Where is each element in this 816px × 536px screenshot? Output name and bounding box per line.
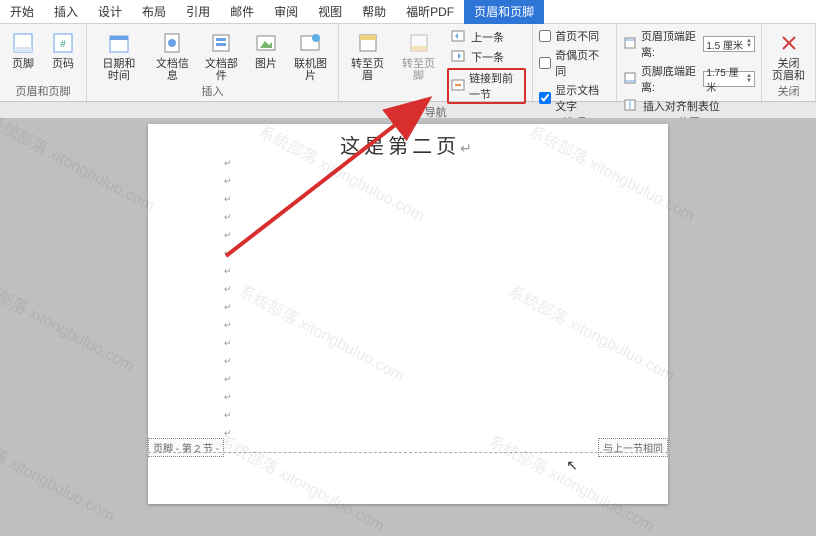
close-label: 关闭 页眉和 xyxy=(772,58,805,82)
prev-label: 上一条 xyxy=(471,29,504,45)
footer-label: 页脚 xyxy=(12,58,34,70)
same-as-previous-tag: 与上一节相同 xyxy=(598,438,668,457)
picture-icon xyxy=(253,30,279,56)
online-picture-icon xyxy=(297,30,323,56)
odd-even-label: 奇偶页不同 xyxy=(555,47,610,79)
docparts-button[interactable]: 文档部件 xyxy=(200,26,243,82)
footer-divider xyxy=(148,452,668,453)
pictures-label: 图片 xyxy=(255,58,277,70)
online-pictures-button[interactable]: 联机图片 xyxy=(289,26,332,82)
align-tab-label: 插入对齐制表位 xyxy=(643,98,720,114)
goto-footer-icon xyxy=(406,30,432,56)
group-options: 首页不同 奇偶页不同 显示文档文字 选项 xyxy=(533,24,617,101)
group-insert-label: 插入 xyxy=(93,83,332,101)
docinfo-button[interactable]: 文档信息 xyxy=(151,26,194,82)
docparts-icon xyxy=(208,30,234,56)
next-icon xyxy=(451,49,467,65)
pagenum-icon: # xyxy=(50,30,76,56)
first-page-different-checkbox[interactable]: 首页不同 xyxy=(539,28,610,44)
group-header-footer: 页脚 # 页码 页眉和页脚 xyxy=(0,24,87,101)
goto-header-icon xyxy=(355,30,381,56)
ribbon: 页脚 # 页码 页眉和页脚 日期和时间 文档信息 文档部件 xyxy=(0,24,816,102)
next-section-button[interactable]: 下一条 xyxy=(447,48,526,66)
header-dist-value: 1.5 厘米 xyxy=(706,37,743,52)
footer-dist-icon xyxy=(623,71,637,87)
tab-references[interactable]: 引用 xyxy=(176,0,220,24)
tab-mailings[interactable]: 邮件 xyxy=(220,0,264,24)
footer-distance-spinner[interactable]: 页脚底端距离: 1.75 厘米▲▼ xyxy=(623,63,755,95)
mouse-cursor-icon: ↖ xyxy=(566,457,578,474)
pagenum-button[interactable]: # 页码 xyxy=(46,26,80,70)
header-dist-icon xyxy=(623,36,637,52)
prev-section-button[interactable]: 上一条 xyxy=(447,28,526,46)
header-distance-spinner[interactable]: 页眉顶端距离: 1.5 厘米▲▼ xyxy=(623,28,755,60)
show-text-label: 显示文档文字 xyxy=(555,82,610,114)
goto-header-button[interactable]: 转至页眉 xyxy=(345,26,390,82)
page-header-text[interactable]: 这是第二页↵ xyxy=(148,124,668,159)
group-close-label: 关闭 xyxy=(768,83,809,101)
tab-review[interactable]: 审阅 xyxy=(264,0,308,24)
align-tab-button[interactable]: 插入对齐制表位 xyxy=(623,98,755,114)
tab-design[interactable]: 设计 xyxy=(88,0,132,24)
group-navigation: 转至页眉 转至页脚 上一条 下一条 链接到前一节 xyxy=(339,24,533,101)
tab-help[interactable]: 帮助 xyxy=(352,0,396,24)
tab-view[interactable]: 视图 xyxy=(308,0,352,24)
paragraph-marks: ↵↵↵↵↵↵↵↵↵↵↵↵↵↵↵↵ xyxy=(224,158,232,439)
tab-header-footer[interactable]: 页眉和页脚 xyxy=(464,0,544,24)
online-pictures-label: 联机图片 xyxy=(293,58,328,82)
next-label: 下一条 xyxy=(471,49,504,65)
tab-layout[interactable]: 布局 xyxy=(132,0,176,24)
close-header-footer-button[interactable]: 关闭 页眉和 xyxy=(768,26,809,82)
first-page-label: 首页不同 xyxy=(555,28,599,44)
document-area: 这是第二页↵ ↵↵↵↵↵↵↵↵↵↵↵↵↵↵↵↵ 页脚 - 第 2 节 - 与上一… xyxy=(0,118,816,513)
docinfo-icon xyxy=(159,30,185,56)
footer-button[interactable]: 页脚 xyxy=(6,26,40,70)
tab-foxit-pdf[interactable]: 福昕PDF xyxy=(396,0,464,24)
datetime-label: 日期和时间 xyxy=(97,58,141,82)
goto-footer-label: 转至页脚 xyxy=(400,58,437,82)
tab-insert[interactable]: 插入 xyxy=(44,0,88,24)
show-doc-text-checkbox[interactable]: 显示文档文字 xyxy=(539,82,610,114)
docparts-label: 文档部件 xyxy=(204,58,239,82)
header-dist-label: 页眉顶端距离: xyxy=(641,28,699,60)
footer-section-tag: 页脚 - 第 2 节 - xyxy=(148,438,224,457)
pagenum-label: 页码 xyxy=(52,58,74,70)
docinfo-label: 文档信息 xyxy=(155,58,190,82)
prev-icon xyxy=(451,29,467,45)
align-tab-icon xyxy=(623,98,639,114)
group-position: 页眉顶端距离: 1.5 厘米▲▼ 页脚底端距离: 1.75 厘米▲▼ 插入对齐制… xyxy=(617,24,762,101)
pictures-button[interactable]: 图片 xyxy=(249,26,283,70)
group-close: 关闭 页眉和 关闭 xyxy=(762,24,816,101)
odd-even-different-checkbox[interactable]: 奇偶页不同 xyxy=(539,47,610,79)
tab-home[interactable]: 开始 xyxy=(0,0,44,24)
link-icon xyxy=(451,78,465,94)
footer-dist-label: 页脚底端距离: xyxy=(641,63,699,95)
page[interactable]: 这是第二页↵ ↵↵↵↵↵↵↵↵↵↵↵↵↵↵↵↵ 页脚 - 第 2 节 - 与上一… xyxy=(148,124,668,504)
link-label: 链接到前一节 xyxy=(469,70,522,102)
goto-header-label: 转至页眉 xyxy=(349,58,386,82)
calendar-icon xyxy=(106,30,132,56)
goto-footer-button[interactable]: 转至页脚 xyxy=(396,26,441,82)
link-to-previous-button[interactable]: 链接到前一节 xyxy=(447,68,526,104)
footer-icon xyxy=(10,30,36,56)
group-insert: 日期和时间 文档信息 文档部件 图片 联机图片 插入 xyxy=(87,24,339,101)
close-icon xyxy=(776,30,802,56)
ribbon-tabs: 开始 插入 设计 布局 引用 邮件 审阅 视图 帮助 福昕PDF 页眉和页脚 xyxy=(0,0,816,24)
footer-dist-value: 1.75 厘米 xyxy=(706,64,746,94)
datetime-button[interactable]: 日期和时间 xyxy=(93,26,145,82)
group-header-footer-label: 页眉和页脚 xyxy=(6,83,80,101)
svg-text:#: # xyxy=(60,39,66,50)
